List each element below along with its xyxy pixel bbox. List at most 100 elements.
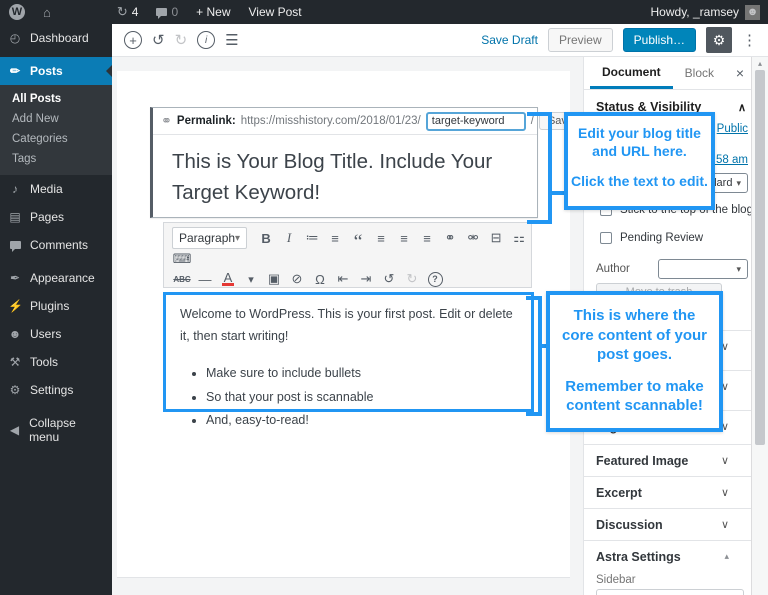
section-discussion[interactable]: Discussion ∨: [584, 508, 751, 540]
help-button[interactable]: ?: [425, 269, 445, 289]
keyboard-icon[interactable]: ⌨: [172, 249, 192, 269]
decrease-indent-button[interactable]: ⇤: [333, 269, 353, 289]
undo-button[interactable]: ↺: [152, 31, 165, 49]
sidebar-item-comments[interactable]: Comments: [0, 231, 112, 259]
avatar[interactable]: ☻: [745, 4, 760, 20]
align-left-button[interactable]: ≡: [371, 228, 391, 248]
visibility-value-link[interactable]: Public: [717, 123, 748, 135]
numbered-list-button[interactable]: ≡: [325, 228, 345, 248]
new-content-menu[interactable]: + New: [187, 0, 239, 24]
callout1-bracket-vertical: [548, 112, 552, 224]
sidebar-label: Users: [30, 327, 62, 341]
sidebar-item-posts[interactable]: ✏ Posts: [0, 57, 112, 85]
align-right-button[interactable]: ≡: [417, 228, 437, 248]
pending-review-checkbox[interactable]: [600, 232, 612, 244]
view-post-link[interactable]: View Post: [240, 0, 311, 24]
caret-down-icon: ▾: [736, 177, 741, 188]
editor-redo-button[interactable]: ↻: [402, 269, 422, 289]
text-color-button[interactable]: A: [218, 269, 238, 289]
wp-logo-menu[interactable]: W: [0, 0, 34, 24]
callout-line: This is where the: [573, 307, 696, 324]
toolbar-toggle-button[interactable]: ⚏: [509, 228, 529, 248]
astra-sidebar-select[interactable]: [596, 589, 744, 595]
blockquote-button[interactable]: “: [348, 228, 368, 252]
sidebar-label: Tools: [30, 355, 59, 369]
section-featured-image[interactable]: Featured Image ∨: [584, 444, 751, 476]
gear-icon: ⚙: [712, 31, 726, 48]
new-label: + New: [196, 5, 231, 19]
permalink-slug-input[interactable]: [425, 111, 526, 131]
chevron-up-icon: ∧: [737, 101, 746, 114]
comments-count: 0: [171, 5, 179, 19]
collapse-menu-button[interactable]: ◀ Collapse menu: [0, 409, 112, 451]
sidebar-item-appearance[interactable]: ✒ Appearance: [0, 264, 112, 292]
horizontal-rule-button[interactable]: —: [195, 269, 215, 289]
chevron-down-icon: ∨: [720, 455, 729, 467]
italic-button[interactable]: I: [279, 228, 299, 248]
post-title-input[interactable]: This is Your Blog Title. Include Your Ta…: [153, 135, 537, 221]
strikethrough-button[interactable]: ABC: [172, 269, 192, 289]
submenu-all-posts[interactable]: All Posts: [0, 89, 112, 109]
content-structure-button[interactable]: i: [197, 31, 216, 49]
sidebar-item-tools[interactable]: ⚒ Tools: [0, 348, 112, 376]
submenu-categories[interactable]: Categories: [0, 129, 112, 149]
callout1-bracket-top-arm: [527, 112, 552, 116]
author-select[interactable]: ▾: [658, 259, 748, 279]
paste-as-text-button[interactable]: ▣: [264, 269, 284, 289]
redo-button[interactable]: ↻: [175, 31, 188, 49]
read-more-tag-button[interactable]: ⊟: [486, 228, 506, 248]
howdy-account-link[interactable]: Howdy, _ramsey: [651, 5, 739, 19]
section-label: Featured Image: [596, 453, 689, 468]
close-panel-button[interactable]: ×: [736, 65, 744, 81]
scrollbar-thumb[interactable]: [755, 70, 765, 445]
bold-button[interactable]: B: [256, 228, 276, 248]
insert-link-button[interactable]: ⚭: [440, 228, 460, 248]
save-draft-button[interactable]: Save Draft: [481, 33, 538, 47]
permalink-separator: /: [530, 115, 534, 127]
publish-button[interactable]: Publish…: [622, 28, 696, 52]
editor-toolbar: + ↺ ↻ i ☰ Save Draft Preview Publish… ⚙ …: [112, 24, 768, 57]
block-navigation-button[interactable]: ☰: [225, 31, 238, 49]
align-center-button[interactable]: ≡: [394, 228, 414, 248]
sidebar-item-users[interactable]: ☻ Users: [0, 320, 112, 348]
callout-line: and URL here.: [592, 142, 687, 159]
submenu-add-new[interactable]: Add New: [0, 109, 112, 129]
permalink-bar: ⚭ Permalink: https://misshistory.com/201…: [153, 108, 583, 135]
sidebar-item-pages[interactable]: ▤ Pages: [0, 203, 112, 231]
preview-button[interactable]: Preview: [547, 28, 613, 52]
clear-formatting-button[interactable]: ⊘: [287, 269, 307, 289]
add-block-button[interactable]: +: [124, 31, 142, 49]
section-label: Excerpt: [596, 485, 642, 500]
section-astra-settings[interactable]: Astra Settings ▴: [584, 540, 751, 572]
settings-gear-button[interactable]: ⚙: [706, 27, 732, 53]
more-options-button[interactable]: ⋮: [742, 31, 758, 49]
sidebar-item-dashboard[interactable]: ◴ Dashboard: [0, 24, 112, 52]
collapse-icon: ◀: [9, 423, 20, 437]
pending-review-checkbox-row: Pending Review: [600, 232, 703, 244]
updates-link[interactable]: ↻ 4: [108, 0, 148, 24]
callout-content-annotation: This is where the core content of your p…: [546, 291, 723, 432]
section-excerpt[interactable]: Excerpt ∨: [584, 476, 751, 508]
tab-document[interactable]: Document: [590, 57, 673, 89]
editor-undo-button[interactable]: ↺: [379, 269, 399, 289]
pages-icon: ▤: [9, 210, 21, 224]
text-color-caret[interactable]: ▾: [241, 269, 261, 289]
paragraph-format-select[interactable]: Paragraph ▾: [172, 227, 248, 249]
sidebar-item-plugins[interactable]: ⚡ Plugins: [0, 292, 112, 320]
site-home-link[interactable]: ⌂: [34, 0, 60, 24]
submenu-tags[interactable]: Tags: [0, 149, 112, 169]
comments-link[interactable]: 0: [147, 0, 187, 24]
sidebar-item-settings[interactable]: ⚙ Settings: [0, 376, 112, 404]
special-character-button[interactable]: Ω: [310, 269, 330, 289]
tab-block[interactable]: Block: [673, 57, 726, 89]
admin-bar: W ⌂ ↻ 4 0 + New View Post Howdy, _ramsey…: [0, 0, 768, 24]
editor-canvas-background: ⚭ Permalink: https://misshistory.com/201…: [112, 57, 583, 595]
bulleted-list-button[interactable]: ≔: [302, 228, 322, 248]
permalink-base-url: https://misshistory.com/2018/01/23/: [240, 115, 421, 127]
remove-link-button[interactable]: ⚮: [463, 228, 483, 248]
post-content-editor[interactable]: Welcome to WordPress. This is your first…: [163, 292, 534, 427]
chevron-down-icon: ∨: [720, 519, 729, 531]
sidebar-item-media[interactable]: ♪ Media: [0, 175, 112, 203]
panel-scrollbar[interactable]: ▴: [751, 57, 768, 595]
increase-indent-button[interactable]: ⇥: [356, 269, 376, 289]
